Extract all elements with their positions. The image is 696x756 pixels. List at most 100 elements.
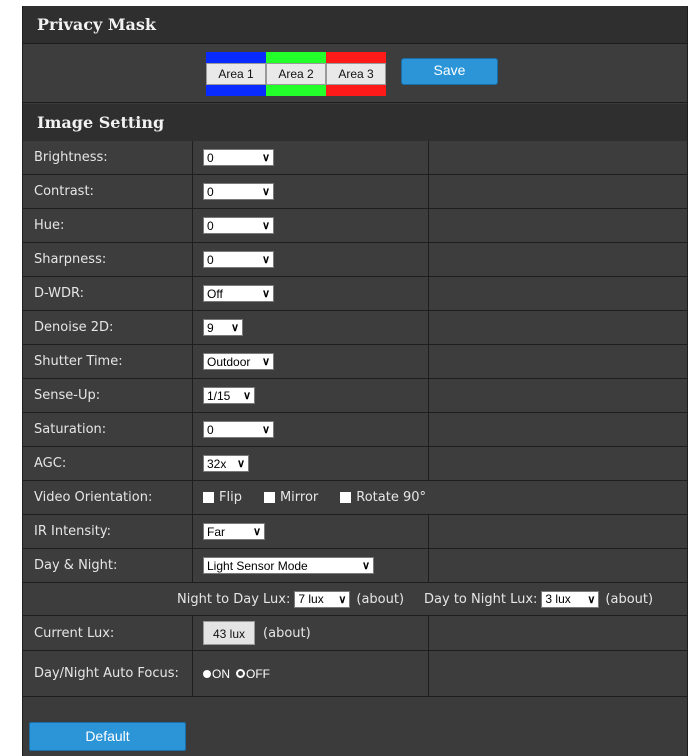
chevron-down-icon: ∨ [587, 593, 596, 606]
day-to-night-value: 3 lux [545, 592, 571, 606]
night-to-day-suffix: (about) [356, 591, 405, 607]
autofocus-on-radio[interactable] [203, 669, 211, 678]
settings-panel: Privacy Mask Area 1 Area 2 Area 3 Save I… [22, 6, 688, 756]
senseup-label: Sense-Up: [23, 379, 193, 412]
area-1-label: Area 1 [206, 63, 266, 85]
saturation-label: Saturation: [23, 413, 193, 446]
day-to-night-label: Day to Night Lux: [424, 591, 538, 607]
agc-row: AGC: 32x ∨ [23, 447, 687, 481]
contrast-select[interactable]: 0 ∨ [203, 183, 274, 200]
agc-value: 32x [207, 456, 227, 471]
orientation-label: Video Orientation: [23, 481, 193, 514]
area-2-color-stripe [266, 85, 326, 96]
chevron-down-icon: ∨ [261, 186, 270, 198]
agc-select[interactable]: 32x ∨ [203, 455, 249, 472]
denoise-select[interactable]: 9 ∨ [203, 319, 243, 336]
saturation-select[interactable]: 0 ∨ [203, 421, 274, 438]
daynight-label: Day & Night: [23, 549, 193, 582]
area-3-color-stripe [326, 52, 386, 63]
current-lux-suffix: (about) [263, 625, 311, 641]
rotate-checkbox[interactable] [340, 492, 352, 503]
dwdr-select[interactable]: Off ∨ [203, 285, 274, 302]
autofocus-on-label: ON [212, 666, 230, 681]
denoise-row: Denoise 2D: 9 ∨ [23, 311, 687, 345]
area-1-color-stripe [206, 52, 266, 63]
daynight-value: Light Sensor Mode [207, 558, 308, 573]
ir-value: Far [207, 524, 225, 539]
night-to-day-select[interactable]: 7 lux ∨ [294, 590, 351, 608]
chevron-down-icon: ∨ [230, 322, 239, 334]
shutter-row: Shutter Time: Outdoor ∨ [23, 345, 687, 379]
hue-value: 0 [207, 218, 214, 233]
hue-select[interactable]: 0 ∨ [203, 217, 274, 234]
ir-row: IR Intensity: Far ∨ [23, 515, 687, 549]
area-1-color-stripe [206, 85, 266, 96]
denoise-value: 9 [207, 320, 214, 335]
ir-label: IR Intensity: [23, 515, 193, 548]
chevron-down-icon: ∨ [242, 390, 251, 402]
autofocus-off-label: OFF [246, 666, 270, 681]
day-to-night-suffix: (about) [605, 591, 654, 607]
autofocus-row: Day/Night Auto Focus: ON OFF [23, 651, 687, 697]
area-1-button[interactable]: Area 1 [206, 52, 266, 96]
daynight-select[interactable]: Light Sensor Mode ∨ [203, 557, 374, 574]
brightness-select[interactable]: 0 ∨ [203, 149, 274, 166]
sharpness-value: 0 [207, 252, 214, 267]
chevron-down-icon: ∨ [236, 458, 245, 470]
shutter-value: Outdoor [207, 354, 251, 369]
denoise-label: Denoise 2D: [23, 311, 193, 344]
privacy-mask-band: Area 1 Area 2 Area 3 Save [23, 44, 687, 103]
save-button[interactable]: Save [401, 58, 498, 85]
chevron-down-icon: ∨ [261, 288, 270, 300]
chevron-down-icon: ∨ [261, 254, 270, 266]
chevron-down-icon: ∨ [261, 152, 270, 164]
night-to-day-label: Night to Day Lux: [177, 591, 291, 607]
sharpness-row: Sharpness: 0 ∨ [23, 243, 687, 277]
area-3-button[interactable]: Area 3 [326, 52, 386, 96]
saturation-value: 0 [207, 422, 214, 437]
orientation-row: Video Orientation: Flip Mirror Rotate 90… [23, 481, 687, 515]
chevron-down-icon: ∨ [261, 356, 270, 368]
contrast-value: 0 [207, 184, 214, 199]
shutter-select[interactable]: Outdoor ∨ [203, 353, 274, 370]
brightness-label: Brightness: [23, 141, 193, 174]
area-3-color-stripe [326, 85, 386, 96]
default-button[interactable]: Default [29, 722, 186, 751]
dwdr-label: D-WDR: [23, 277, 193, 310]
mirror-checkbox[interactable] [263, 492, 275, 503]
area-3-label: Area 3 [326, 63, 386, 85]
contrast-row: Contrast: 0 ∨ [23, 175, 687, 209]
senseup-select[interactable]: 1/15 ∨ [203, 387, 255, 404]
mirror-label: Mirror [279, 490, 319, 505]
image-setting-header: Image Setting [23, 104, 687, 142]
shutter-label: Shutter Time: [23, 345, 193, 378]
sharpness-select[interactable]: 0 ∨ [203, 251, 274, 268]
sharpness-label: Sharpness: [23, 243, 193, 276]
agc-label: AGC: [23, 447, 193, 480]
contrast-label: Contrast: [23, 175, 193, 208]
current-lux-label: Current Lux: [23, 616, 193, 650]
brightness-row: Brightness: 0 ∨ [23, 141, 687, 175]
lux-threshold-row: Night to Day Lux: 7 lux ∨ (about) Day to … [23, 583, 687, 616]
current-lux-row: Current Lux: 43 lux (about) [23, 616, 687, 651]
image-setting-rows: Brightness: 0 ∨ Contrast: 0 ∨ Hue: 0 ∨ Shar… [23, 141, 687, 697]
chevron-down-icon: ∨ [361, 560, 370, 572]
area-2-button[interactable]: Area 2 [266, 52, 326, 96]
brightness-value: 0 [207, 150, 214, 165]
ir-select[interactable]: Far ∨ [203, 523, 265, 540]
rotate-label: Rotate 90° [356, 490, 427, 505]
autofocus-label: Day/Night Auto Focus: [23, 651, 193, 696]
hue-label: Hue: [23, 209, 193, 242]
night-to-day-value: 7 lux [298, 592, 324, 606]
chevron-down-icon: ∨ [261, 424, 270, 436]
chevron-down-icon: ∨ [338, 593, 347, 606]
saturation-row: Saturation: 0 ∨ [23, 413, 687, 447]
area-2-label: Area 2 [266, 63, 326, 85]
day-to-night-select[interactable]: 3 lux ∨ [541, 590, 600, 608]
chevron-down-icon: ∨ [261, 220, 270, 232]
flip-checkbox[interactable] [203, 492, 214, 503]
flip-label: Flip [219, 490, 242, 505]
autofocus-off-radio[interactable] [236, 669, 245, 678]
privacy-mask-header: Privacy Mask [23, 6, 687, 44]
area-selector: Area 1 Area 2 Area 3 [206, 52, 386, 96]
